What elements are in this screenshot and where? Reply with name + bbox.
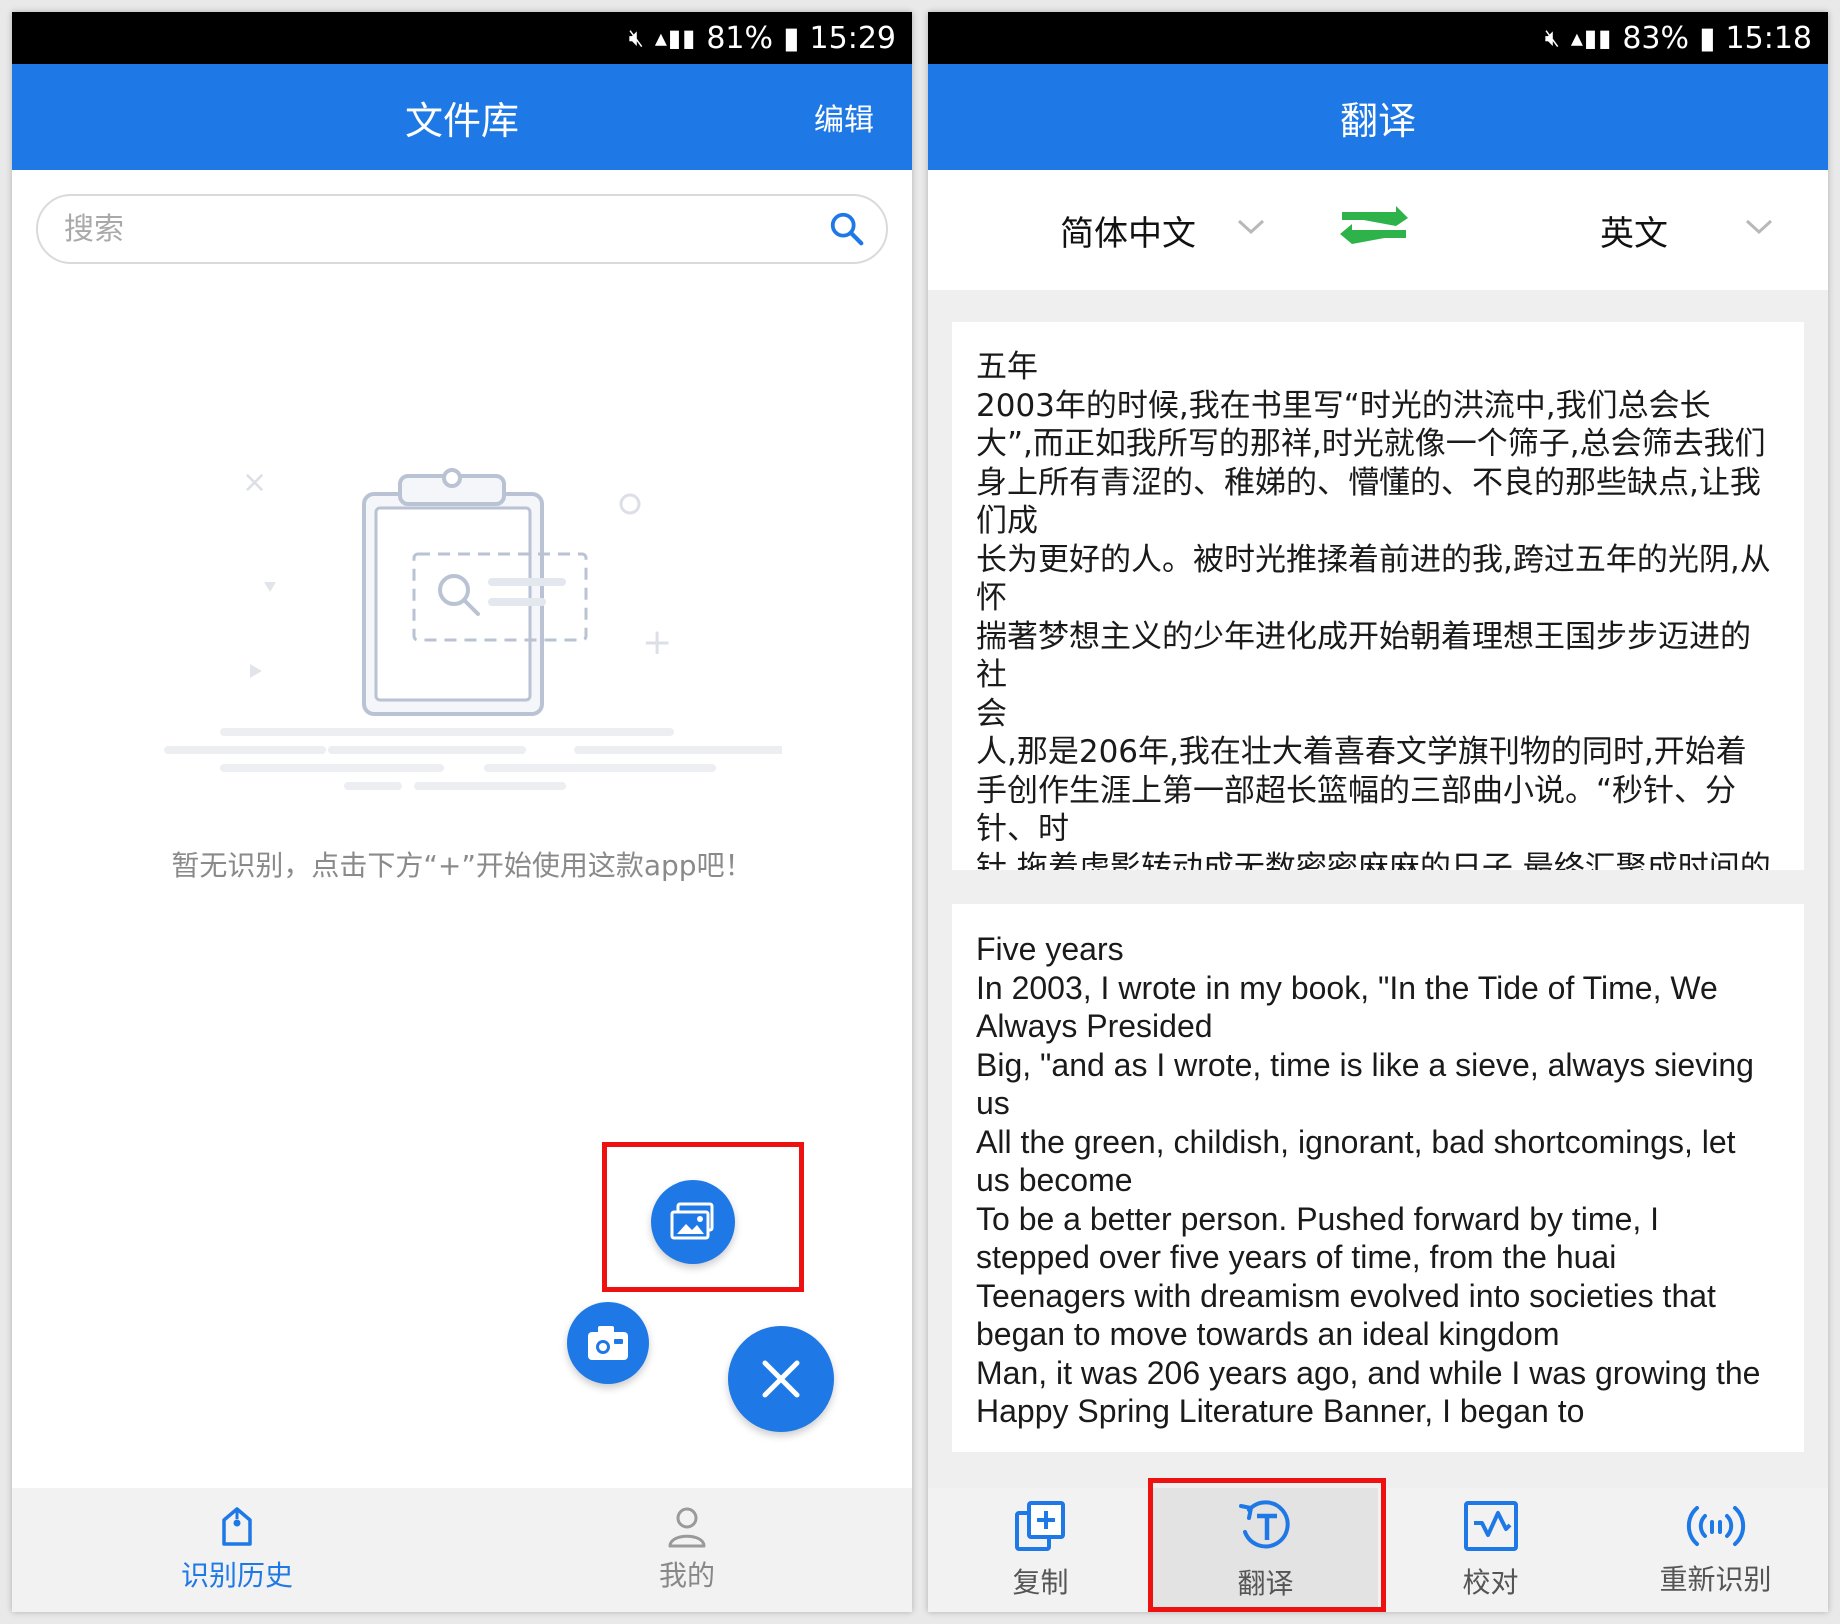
- copy-button[interactable]: 复制: [928, 1488, 1153, 1612]
- proofread-label: 校对: [1462, 1566, 1519, 1599]
- svg-text:×: ×: [242, 465, 267, 500]
- status-bar: 🔇︎ ▴▮▮ 81% ▮ 15:29: [12, 12, 912, 64]
- tag-icon: [222, 1507, 252, 1546]
- swap-arrows-icon[interactable]: [1338, 196, 1410, 254]
- clock: 15:18: [1725, 20, 1812, 56]
- chevron-down-icon[interactable]: [1236, 218, 1266, 236]
- language-selector-bar: 简体中文 英文: [928, 170, 1828, 290]
- wifi-signal-icon: ▴▮▮: [654, 24, 697, 52]
- search-input[interactable]: [62, 210, 828, 248]
- copy-label: 复制: [1012, 1566, 1069, 1599]
- target-language-select[interactable]: 英文: [1600, 206, 1668, 255]
- source-text-panel[interactable]: 五年 2003年的时候,我在书里写“时光的洪流中,我们总会长 大”,而正如我所写…: [952, 322, 1804, 870]
- nav-label-mine: 我的: [658, 1559, 715, 1592]
- nav-item-mine[interactable]: 我的: [462, 1488, 912, 1612]
- page-title: 翻译: [1339, 98, 1416, 143]
- bottom-navigation: 识别历史 我的: [12, 1488, 912, 1612]
- chevron-down-icon[interactable]: [1744, 218, 1774, 236]
- mute-icon: 🔇︎: [1544, 24, 1561, 52]
- clock: 15:29: [809, 20, 896, 56]
- battery-icon: ▮: [1699, 20, 1716, 56]
- user-icon: [668, 1507, 706, 1548]
- app-bar: 翻译: [928, 64, 1828, 170]
- file-library-screen: 🔇︎ ▴▮▮ 81% ▮ 15:29 文件库 编辑 × +: [12, 12, 912, 1612]
- source-language-select[interactable]: 简体中文: [1060, 206, 1196, 255]
- re-recognize-icon: [1686, 1506, 1745, 1546]
- battery-percent: 83%: [1622, 20, 1690, 56]
- re-recognize-button[interactable]: 重新识别: [1603, 1488, 1828, 1612]
- highlight-box: [1148, 1478, 1386, 1612]
- copy-icon: [1014, 1501, 1065, 1551]
- battery-percent: 81%: [706, 20, 774, 56]
- app-bar: 文件库 编辑: [12, 64, 912, 170]
- svg-text:+: +: [642, 622, 672, 663]
- nav-item-history[interactable]: 识别历史: [12, 1488, 462, 1612]
- proofread-icon: [1463, 1501, 1518, 1551]
- close-icon: [762, 1360, 800, 1398]
- image-icon: [670, 1202, 714, 1240]
- edit-button[interactable]: 编辑: [814, 95, 874, 139]
- mute-icon: 🔇︎: [628, 24, 645, 52]
- wifi-signal-icon: ▴▮▮: [1570, 24, 1613, 52]
- battery-icon: ▮: [783, 20, 800, 56]
- camera-icon: [588, 1326, 628, 1360]
- search-bar[interactable]: [36, 194, 888, 264]
- close-fab-button[interactable]: [728, 1326, 834, 1432]
- search-icon[interactable]: [828, 210, 866, 248]
- camera-button[interactable]: [567, 1302, 649, 1384]
- empty-state-message: 暂无识别，点击下方“+”开始使用这款app吧！: [171, 849, 753, 882]
- nav-label-history: 识别历史: [180, 1559, 293, 1592]
- page-title: 文件库: [404, 98, 519, 143]
- status-bar: 🔇︎ ▴▮▮ 83% ▮ 15:18: [928, 12, 1828, 64]
- translate-screen: 🔇︎ ▴▮▮ 83% ▮ 15:18 翻译 简体中文 英文 五年 2003年的时…: [928, 12, 1828, 1612]
- re-recognize-label: 重新识别: [1659, 1563, 1772, 1596]
- empty-state-illustration: × +: [164, 465, 782, 790]
- proofread-button[interactable]: 校对: [1378, 1488, 1603, 1612]
- translation-text-panel[interactable]: Five years In 2003, I wrote in my book, …: [952, 904, 1804, 1452]
- gallery-button[interactable]: [651, 1180, 735, 1264]
